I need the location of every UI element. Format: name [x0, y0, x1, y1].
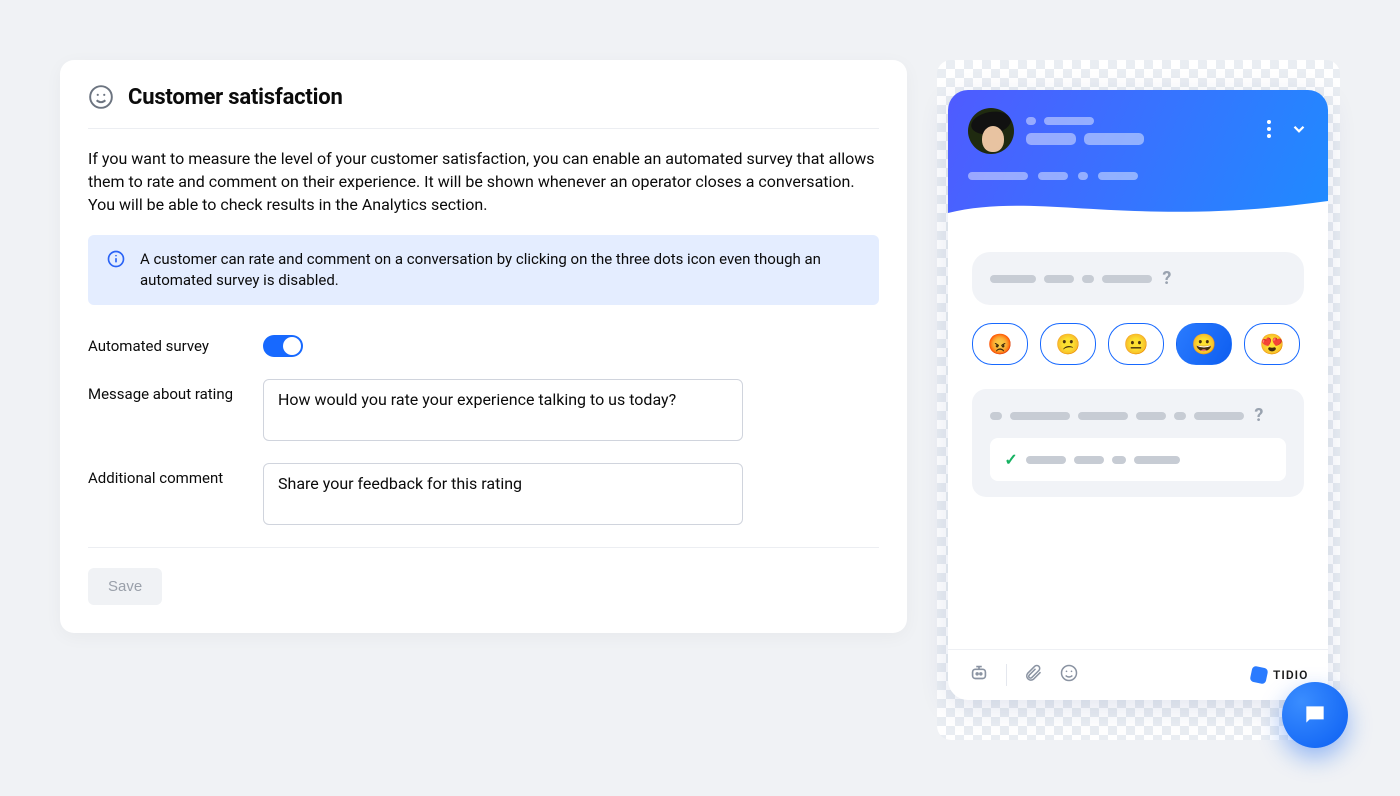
additional-comment-input[interactable]: [263, 463, 743, 525]
chat-widget: ? 😡 😕 😐 😀 😍: [948, 90, 1328, 700]
save-button[interactable]: Save: [88, 568, 162, 605]
divider: [88, 547, 879, 548]
comment-panel: ? ✓: [972, 389, 1304, 497]
page-title: Customer satisfaction: [128, 85, 343, 110]
info-banner: A customer can rate and comment on a con…: [88, 235, 879, 305]
card-header: Customer satisfaction: [88, 84, 879, 129]
chat-header: [948, 90, 1328, 222]
chat-preview-area: ? 😡 😕 😐 😀 😍: [937, 60, 1340, 740]
chat-fab[interactable]: [1282, 682, 1348, 748]
automated-survey-label: Automated survey: [88, 331, 263, 355]
emoji-rating-row: 😡 😕 😐 😀 😍: [972, 323, 1304, 365]
comment-input-preview[interactable]: ✓: [990, 438, 1286, 481]
paperclip-icon[interactable]: [1023, 663, 1043, 687]
info-icon: [106, 249, 126, 269]
emoji-option-3[interactable]: 😐: [1108, 323, 1164, 365]
question-mark-icon: ?: [1254, 405, 1263, 426]
chat-footer: TIDIO: [948, 649, 1328, 700]
rating-message-label: Message about rating: [88, 379, 263, 403]
info-banner-text: A customer can rate and comment on a con…: [140, 249, 861, 291]
page-description: If you want to measure the level of your…: [88, 147, 879, 217]
chevron-down-icon[interactable]: [1290, 120, 1308, 142]
rating-message-input[interactable]: [263, 379, 743, 441]
additional-comment-label: Additional comment: [88, 463, 263, 487]
settings-card: Customer satisfaction If you want to mea…: [60, 60, 907, 633]
rating-question-bubble: ?: [972, 252, 1304, 305]
field-additional-comment: Additional comment: [88, 463, 879, 525]
field-automated-survey: Automated survey: [88, 331, 879, 357]
brand-badge: TIDIO: [1251, 667, 1308, 683]
bot-icon[interactable]: [968, 662, 990, 688]
emoji-option-4[interactable]: 😀: [1176, 323, 1232, 365]
wave-divider: [948, 195, 1328, 223]
chat-body: ? 😡 😕 😐 😀 😍: [948, 222, 1328, 649]
emoji-option-5[interactable]: 😍: [1244, 323, 1300, 365]
kebab-icon[interactable]: [1266, 119, 1272, 143]
emoji-option-1[interactable]: 😡: [972, 323, 1028, 365]
brand-text: TIDIO: [1273, 668, 1308, 682]
emoji-picker-icon[interactable]: [1059, 663, 1079, 687]
emoji-option-2[interactable]: 😕: [1040, 323, 1096, 365]
automated-survey-toggle[interactable]: [263, 335, 303, 357]
check-icon: ✓: [1004, 450, 1017, 469]
avatar: [968, 108, 1014, 154]
question-mark-icon: ?: [1162, 268, 1171, 289]
field-rating-message: Message about rating: [88, 379, 879, 441]
smiley-icon: [88, 84, 114, 110]
